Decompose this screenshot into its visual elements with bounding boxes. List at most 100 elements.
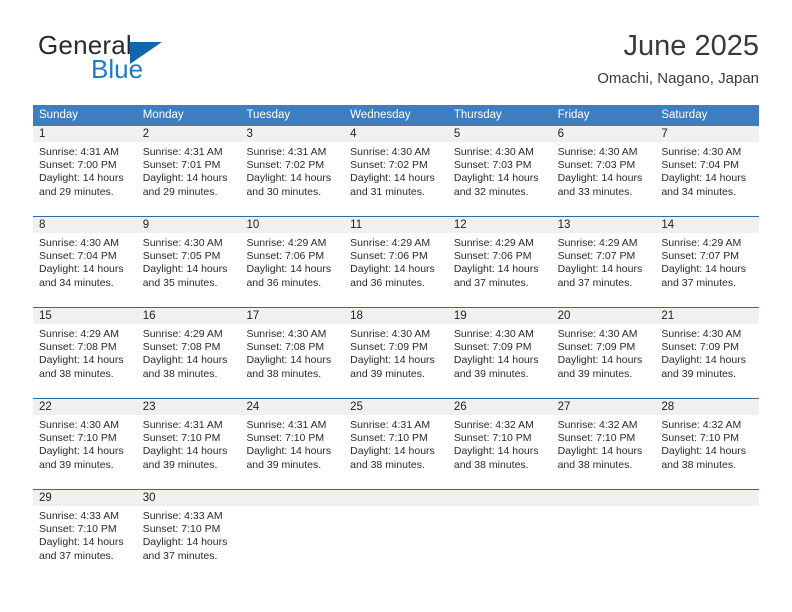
day-cell[interactable]: 22 Sunrise: 4:30 AM Sunset: 7:10 PM Dayl… [33,399,137,480]
day-cell[interactable]: 19 Sunrise: 4:30 AM Sunset: 7:09 PM Dayl… [447,308,552,389]
day-cell[interactable]: 30 Sunrise: 4:33 AM Sunset: 7:10 PM Dayl… [136,490,241,571]
sunset-text: Sunset: 7:10 PM [142,432,221,445]
sunrise-text: Sunrise: 4:31 AM [39,146,119,158]
day-cell[interactable]: 1 Sunrise: 4:31 AM Sunset: 7:00 PM Dayli… [33,126,137,207]
daylight-text: Daylight: 14 hours and 38 minutes. [661,445,746,471]
day-details: Sunrise: 4:30 AM Sunset: 7:10 PM Dayligh… [33,415,137,472]
sunset-text: Sunset: 7:04 PM [39,250,117,263]
daylight-text: Daylight: 14 hours and 32 minutes. [453,172,539,198]
daylight-text: Daylight: 14 hours and 35 minutes. [142,263,228,289]
day-cell[interactable]: 25 Sunrise: 4:31 AM Sunset: 7:10 PM Dayl… [344,399,448,480]
sunrise-text: Sunrise: 4:31 AM [350,419,431,431]
day-number: 19 [447,308,552,324]
day-cell[interactable]: 26 Sunrise: 4:32 AM Sunset: 7:10 PM Dayl… [447,399,552,480]
sunrise-text: Sunrise: 4:30 AM [350,328,431,340]
day-details: Sunrise: 4:31 AM Sunset: 7:10 PM Dayligh… [344,415,448,472]
day-number: 5 [447,126,552,142]
day-cell[interactable]: 24 Sunrise: 4:31 AM Sunset: 7:10 PM Dayl… [240,399,345,480]
day-number: 27 [551,399,656,415]
sunrise-text: Sunrise: 4:30 AM [39,419,119,431]
day-number: 1 [33,126,137,142]
sunset-text: Sunset: 7:10 PM [39,523,117,536]
daylight-text: Daylight: 14 hours and 38 minutes. [557,445,643,471]
day-cell[interactable]: 8 Sunrise: 4:30 AM Sunset: 7:04 PM Dayli… [33,217,137,298]
daylight-text: Daylight: 14 hours and 39 minutes. [661,354,746,380]
daylight-text: Daylight: 14 hours and 37 minutes. [661,263,746,289]
sunrise-text: Sunrise: 4:30 AM [557,328,638,340]
day-number: 29 [33,490,137,506]
location-subtitle: Omachi, Nagano, Japan [597,70,759,87]
daylight-text: Daylight: 14 hours and 39 minutes. [246,445,332,471]
sunrise-text: Sunrise: 4:31 AM [142,419,223,431]
daylight-text: Daylight: 14 hours and 36 minutes. [246,263,332,289]
day-cell[interactable]: 4 Sunrise: 4:30 AM Sunset: 7:02 PM Dayli… [344,126,448,207]
day-cell[interactable]: 11 Sunrise: 4:29 AM Sunset: 7:06 PM Dayl… [344,217,448,298]
daylight-text: Daylight: 14 hours and 33 minutes. [557,172,643,198]
daylight-text: Daylight: 14 hours and 30 minutes. [246,172,332,198]
day-cell[interactable]: 14 Sunrise: 4:29 AM Sunset: 7:07 PM Dayl… [655,217,760,298]
day-details: Sunrise: 4:30 AM Sunset: 7:04 PM Dayligh… [33,233,137,290]
sunrise-text: Sunrise: 4:31 AM [142,146,223,158]
sunrise-text: Sunrise: 4:30 AM [246,328,327,340]
day-details: Sunrise: 4:33 AM Sunset: 7:10 PM Dayligh… [137,506,241,563]
day-details: Sunrise: 4:29 AM Sunset: 7:06 PM Dayligh… [448,233,552,290]
sunset-text: Sunset: 7:10 PM [246,432,325,445]
sunrise-text: Sunrise: 4:30 AM [557,146,638,158]
day-cell[interactable]: 13 Sunrise: 4:29 AM Sunset: 7:07 PM Dayl… [551,217,656,298]
day-number: 28 [655,399,760,415]
daylight-text: Daylight: 14 hours and 31 minutes. [350,172,435,198]
weekday-header-thursday: Thursday [453,109,502,121]
day-number: 6 [551,126,656,142]
sunrise-text: Sunrise: 4:29 AM [39,328,119,340]
sunset-text: Sunset: 7:07 PM [557,250,636,263]
day-cell[interactable]: 18 Sunrise: 4:30 AM Sunset: 7:09 PM Dayl… [344,308,448,389]
sunset-text: Sunset: 7:10 PM [142,523,221,536]
day-cell[interactable]: 21 Sunrise: 4:30 AM Sunset: 7:09 PM Dayl… [655,308,760,389]
day-details: Sunrise: 4:30 AM Sunset: 7:05 PM Dayligh… [137,233,241,290]
sunrise-text: Sunrise: 4:30 AM [39,237,119,249]
week-row: 15 Sunrise: 4:29 AM Sunset: 7:08 PM Dayl… [33,307,760,389]
daylight-text: Daylight: 14 hours and 34 minutes. [39,263,124,289]
sunset-text: Sunset: 7:08 PM [246,341,325,354]
weekday-header-saturday: Saturday [661,109,708,121]
day-cell[interactable]: 2 Sunrise: 4:31 AM Sunset: 7:01 PM Dayli… [136,126,241,207]
day-number: 17 [240,308,345,324]
sunset-text: Sunset: 7:06 PM [453,250,532,263]
sunset-text: Sunset: 7:10 PM [350,432,428,445]
day-cell-empty [344,490,448,571]
day-cell[interactable]: 20 Sunrise: 4:30 AM Sunset: 7:09 PM Dayl… [551,308,656,389]
day-cell[interactable]: 28 Sunrise: 4:32 AM Sunset: 7:10 PM Dayl… [655,399,760,480]
sunset-text: Sunset: 7:06 PM [246,250,325,263]
day-number: 18 [344,308,448,324]
day-cell[interactable]: 15 Sunrise: 4:29 AM Sunset: 7:08 PM Dayl… [33,308,137,389]
calendar-table: Sunday Monday Tuesday Wednesday Thursday… [33,105,760,571]
day-cell[interactable]: 16 Sunrise: 4:29 AM Sunset: 7:08 PM Dayl… [136,308,241,389]
day-details: Sunrise: 4:31 AM Sunset: 7:02 PM Dayligh… [240,142,344,199]
day-cell[interactable]: 10 Sunrise: 4:29 AM Sunset: 7:06 PM Dayl… [240,217,345,298]
sunset-text: Sunset: 7:05 PM [142,250,221,263]
day-cell[interactable]: 17 Sunrise: 4:30 AM Sunset: 7:08 PM Dayl… [240,308,345,389]
day-cell[interactable]: 9 Sunrise: 4:30 AM Sunset: 7:05 PM Dayli… [136,217,241,298]
day-details: Sunrise: 4:29 AM Sunset: 7:07 PM Dayligh… [552,233,656,290]
day-cell[interactable]: 5 Sunrise: 4:30 AM Sunset: 7:03 PM Dayli… [447,126,552,207]
sunset-text: Sunset: 7:07 PM [661,250,739,263]
day-cell[interactable]: 12 Sunrise: 4:29 AM Sunset: 7:06 PM Dayl… [447,217,552,298]
day-cell[interactable]: 23 Sunrise: 4:31 AM Sunset: 7:10 PM Dayl… [136,399,241,480]
day-cell[interactable]: 6 Sunrise: 4:30 AM Sunset: 7:03 PM Dayli… [551,126,656,207]
day-details: Sunrise: 4:30 AM Sunset: 7:09 PM Dayligh… [552,324,656,381]
day-number: 7 [655,126,760,142]
week-row: 1 Sunrise: 4:31 AM Sunset: 7:00 PM Dayli… [33,126,760,207]
day-cell[interactable]: 29 Sunrise: 4:33 AM Sunset: 7:10 PM Dayl… [33,490,137,571]
sunset-text: Sunset: 7:08 PM [39,341,117,354]
day-details: Sunrise: 4:33 AM Sunset: 7:10 PM Dayligh… [33,506,137,563]
weekday-header-tuesday: Tuesday [246,109,291,121]
sunset-text: Sunset: 7:03 PM [453,159,532,172]
day-cell[interactable]: 3 Sunrise: 4:31 AM Sunset: 7:02 PM Dayli… [240,126,345,207]
day-number [240,490,345,506]
day-cell[interactable]: 27 Sunrise: 4:32 AM Sunset: 7:10 PM Dayl… [551,399,656,480]
day-details: Sunrise: 4:31 AM Sunset: 7:10 PM Dayligh… [240,415,344,472]
sunrise-text: Sunrise: 4:29 AM [142,328,223,340]
day-details: Sunrise: 4:30 AM Sunset: 7:09 PM Dayligh… [344,324,448,381]
day-details: Sunrise: 4:30 AM Sunset: 7:08 PM Dayligh… [240,324,344,381]
day-cell[interactable]: 7 Sunrise: 4:30 AM Sunset: 7:04 PM Dayli… [655,126,760,207]
